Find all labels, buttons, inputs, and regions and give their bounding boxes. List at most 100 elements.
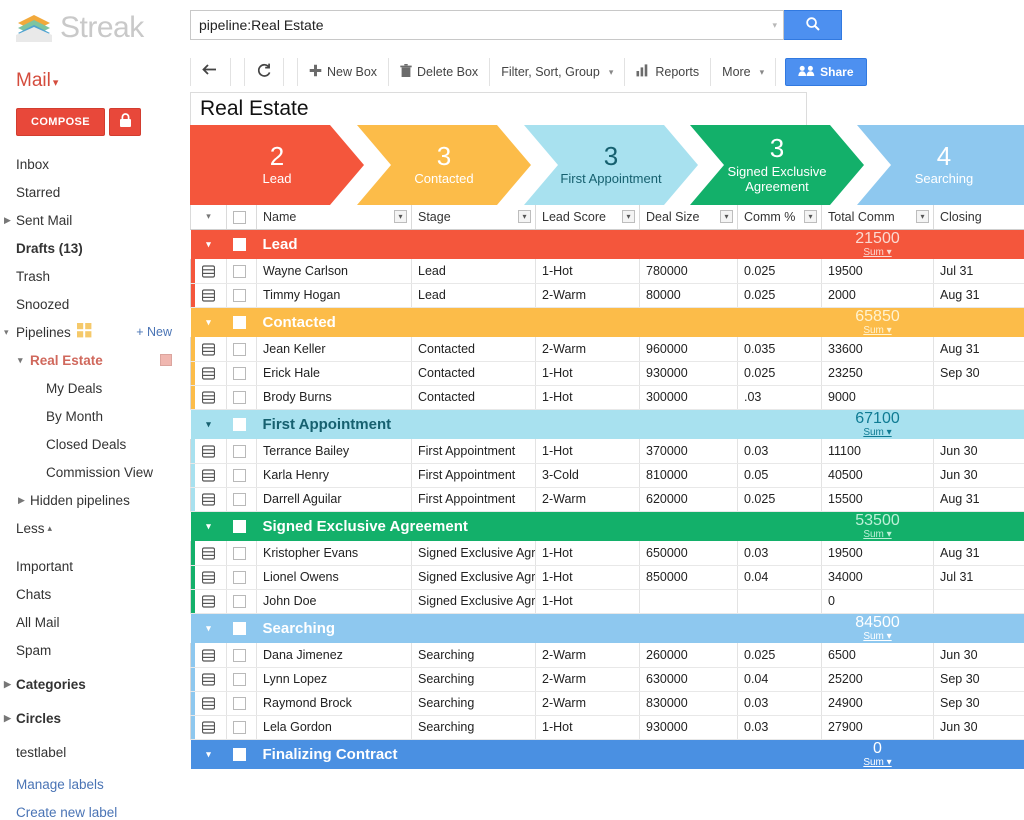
table-row[interactable]: Erick HaleContacted1-Hot9300000.02523250… (191, 361, 1024, 385)
sidebar-item-categories[interactable]: ▶Categories (0, 670, 188, 698)
chevron-down-icon[interactable]: ▾ (518, 210, 531, 223)
search-input[interactable]: pipeline:Real Estate ▾ (190, 10, 784, 40)
brand-logo[interactable]: Streak (0, 0, 188, 56)
group-collapse-toggle[interactable]: ▾ (191, 307, 227, 337)
cell-deal-size[interactable]: 930000 (640, 361, 738, 385)
sidebar-item-testlabel[interactable]: testlabel (0, 738, 188, 766)
row-open-box-button[interactable] (191, 565, 227, 589)
group-header-row[interactable]: ▾Signed Exclusive Agreement53500Sum ▾ (191, 511, 1024, 541)
cell-deal-size[interactable]: 620000 (640, 487, 738, 511)
cell-name[interactable]: Darrell Aguilar (257, 487, 412, 511)
row-checkbox[interactable] (227, 463, 257, 487)
row-open-box-button[interactable] (191, 463, 227, 487)
group-sum-cell[interactable]: 84500Sum ▾ (822, 613, 934, 643)
cell-stage[interactable]: Searching (412, 715, 536, 739)
column-header-comm-pct[interactable]: Comm %▾ (738, 205, 822, 229)
cell-lead-score[interactable]: 2-Warm (536, 337, 640, 361)
cell-name[interactable]: Brody Burns (257, 385, 412, 409)
sidebar-item-drafts[interactable]: Drafts (13) (0, 234, 188, 262)
cell-lead-score[interactable]: 1-Hot (536, 385, 640, 409)
cell-comm-pct[interactable]: 0.04 (738, 565, 822, 589)
cell-total-comm[interactable]: 19500 (822, 541, 934, 565)
cell-deal-size[interactable]: 80000 (640, 283, 738, 307)
cell-stage[interactable]: Contacted (412, 361, 536, 385)
sidebar-item-commission-view[interactable]: Commission View (0, 458, 188, 486)
row-open-box-button[interactable] (191, 439, 227, 463)
chevron-down-icon[interactable]: ▾ (720, 210, 733, 223)
cell-total-comm[interactable]: 0 (822, 589, 934, 613)
chevron-down-icon[interactable]: ▾ (772, 20, 777, 31)
cell-stage[interactable]: Signed Exclusive Agr (412, 565, 536, 589)
cell-name[interactable]: Dana Jimenez (257, 643, 412, 667)
cell-total-comm[interactable]: 6500 (822, 643, 934, 667)
cell-total-comm[interactable]: 15500 (822, 487, 934, 511)
group-collapse-toggle[interactable]: ▾ (191, 409, 227, 439)
cell-lead-score[interactable]: 1-Hot (536, 589, 640, 613)
cell-total-comm[interactable]: 11100 (822, 439, 934, 463)
cell-deal-size[interactable]: 850000 (640, 565, 738, 589)
row-checkbox[interactable] (227, 337, 257, 361)
group-collapse-toggle[interactable]: ▾ (191, 613, 227, 643)
group-header-row[interactable]: ▾Searching84500Sum ▾ (191, 613, 1024, 643)
row-open-box-button[interactable] (191, 643, 227, 667)
table-row[interactable]: Lionel OwensSigned Exclusive Agr1-Hot850… (191, 565, 1024, 589)
cell-total-comm[interactable]: 25200 (822, 667, 934, 691)
column-header-closing[interactable]: Closing (934, 205, 1024, 229)
sidebar-item-circles[interactable]: ▶Circles (0, 704, 188, 732)
cell-deal-size[interactable]: 260000 (640, 643, 738, 667)
more-button[interactable]: More ▾ (710, 58, 776, 86)
refresh-button[interactable] (244, 58, 284, 86)
back-button[interactable] (190, 58, 231, 86)
group-header-row[interactable]: ▾Contacted65850Sum ▾ (191, 307, 1024, 337)
table-row[interactable]: Darrell AguilarFirst Appointment2-Warm62… (191, 487, 1024, 511)
cell-lead-score[interactable]: 2-Warm (536, 667, 640, 691)
row-checkbox[interactable] (227, 565, 257, 589)
row-checkbox[interactable] (227, 643, 257, 667)
row-open-box-button[interactable] (191, 541, 227, 565)
cell-total-comm[interactable]: 34000 (822, 565, 934, 589)
row-checkbox[interactable] (227, 667, 257, 691)
cell-name[interactable]: Terrance Bailey (257, 439, 412, 463)
cell-comm-pct[interactable]: 0.03 (738, 715, 822, 739)
chevron-down-icon[interactable]: ▾ (622, 210, 635, 223)
sidebar-item-chats[interactable]: Chats (0, 580, 188, 608)
cell-comm-pct[interactable]: 0.025 (738, 259, 822, 283)
sidebar-item-pipelines[interactable]: ▾ Pipelines + New (0, 318, 188, 346)
cell-closing[interactable]: Aug 31 (934, 541, 1024, 565)
table-row[interactable]: John DoeSigned Exclusive Agr1-Hot0 (191, 589, 1024, 613)
cell-closing[interactable] (934, 589, 1024, 613)
group-select-checkbox[interactable] (227, 511, 257, 541)
delete-box-button[interactable]: Delete Box (388, 58, 490, 86)
cell-deal-size[interactable] (640, 589, 738, 613)
row-checkbox[interactable] (227, 715, 257, 739)
cell-lead-score[interactable]: 1-Hot (536, 361, 640, 385)
row-checkbox[interactable] (227, 589, 257, 613)
cell-closing[interactable] (934, 385, 1024, 409)
table-row[interactable]: Kristopher EvansSigned Exclusive Agr1-Ho… (191, 541, 1024, 565)
cell-comm-pct[interactable]: 0.03 (738, 439, 822, 463)
cell-closing[interactable]: Aug 31 (934, 337, 1024, 361)
cell-lead-score[interactable]: 2-Warm (536, 283, 640, 307)
column-header-total-comm[interactable]: Total Comm▾ (822, 205, 934, 229)
cell-total-comm[interactable]: 33600 (822, 337, 934, 361)
group-sum-cell[interactable]: 21500Sum ▾ (822, 229, 934, 259)
row-checkbox[interactable] (227, 439, 257, 463)
cell-deal-size[interactable]: 810000 (640, 463, 738, 487)
cell-closing[interactable]: Jul 31 (934, 565, 1024, 589)
table-row[interactable]: Timmy HoganLead2-Warm800000.0252000Aug 3… (191, 283, 1024, 307)
cell-name[interactable]: Kristopher Evans (257, 541, 412, 565)
cell-deal-size[interactable]: 780000 (640, 259, 738, 283)
cell-stage[interactable]: Signed Exclusive Agr (412, 541, 536, 565)
sidebar-item-by-month[interactable]: By Month (0, 402, 188, 430)
cell-comm-pct[interactable]: .03 (738, 385, 822, 409)
sidebar-item-hidden-pipelines[interactable]: ▶Hidden pipelines (0, 486, 188, 514)
chevron-down-icon[interactable]: ▾ (804, 210, 817, 223)
cell-closing[interactable]: Sep 30 (934, 667, 1024, 691)
group-header-row[interactable]: ▾Finalizing Contract0Sum ▾ (191, 739, 1024, 769)
cell-closing[interactable]: Aug 31 (934, 283, 1024, 307)
group-select-checkbox[interactable] (227, 613, 257, 643)
cell-lead-score[interactable]: 1-Hot (536, 565, 640, 589)
cell-lead-score[interactable]: 1-Hot (536, 715, 640, 739)
reports-button[interactable]: Reports (624, 58, 711, 86)
sidebar-item-inbox[interactable]: Inbox (0, 150, 188, 178)
